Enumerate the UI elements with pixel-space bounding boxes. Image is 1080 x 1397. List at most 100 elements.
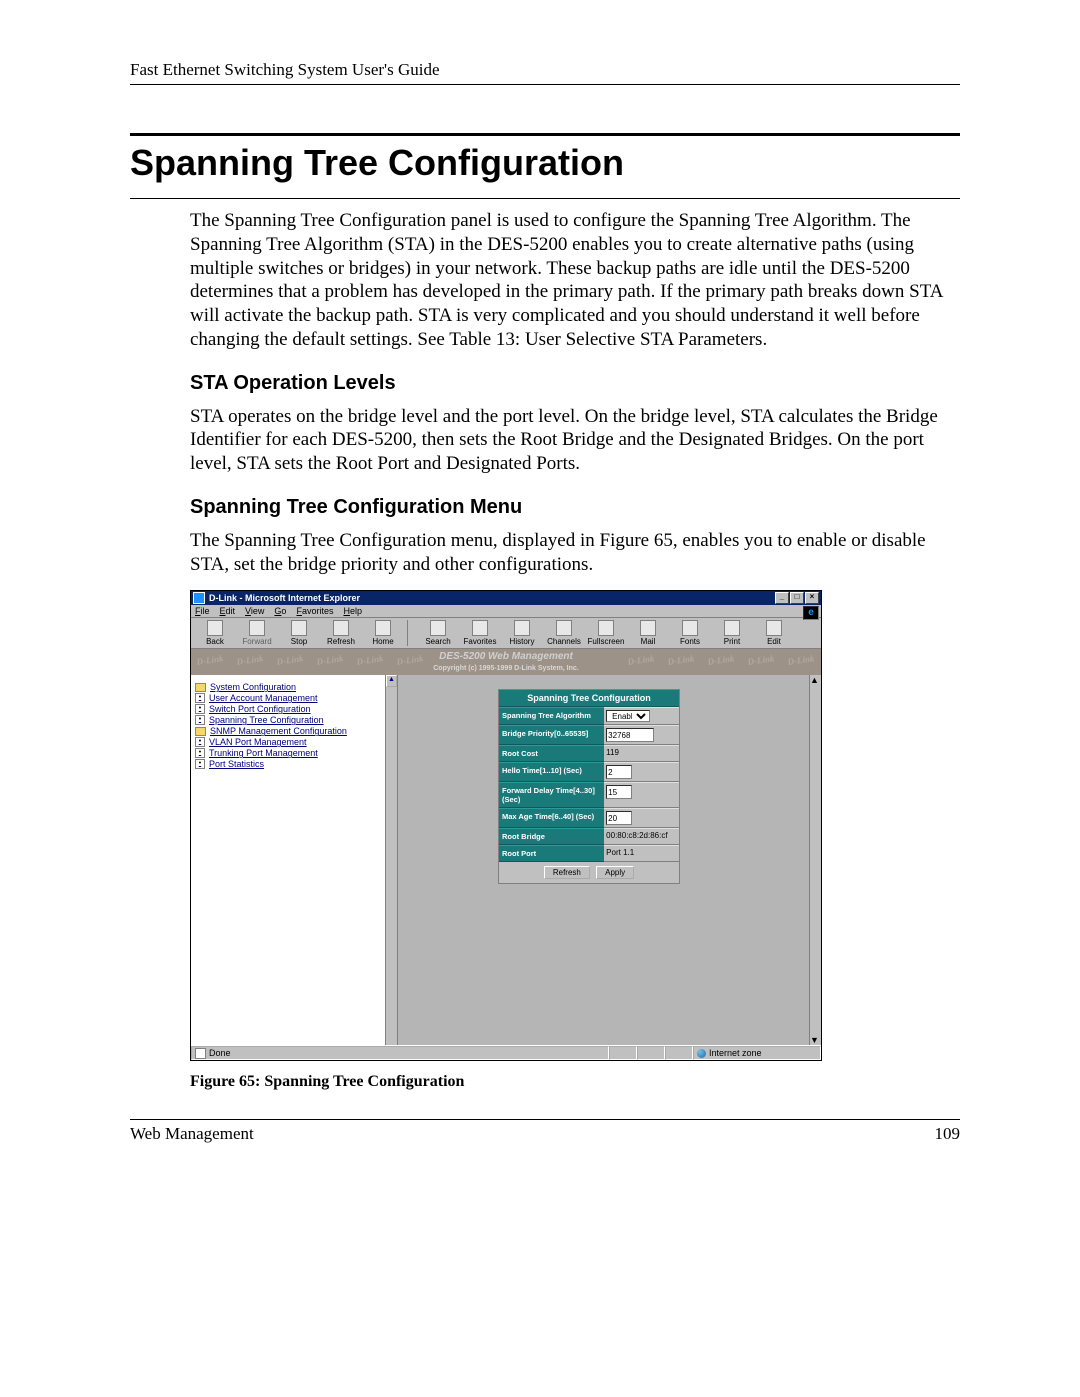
fullscreen-icon [598, 620, 614, 636]
toolbar-print-button[interactable]: Print [712, 620, 752, 646]
toolbar-channels-button[interactable]: Channels [544, 620, 584, 646]
status-zone: Internet zone [693, 1046, 821, 1060]
nav-item-system-configuration[interactable]: System Configuration [195, 682, 395, 692]
config-readonly-value: 119 [606, 748, 619, 757]
main-scrollbar[interactable]: ▲ ▼ [809, 675, 821, 1045]
back-icon [207, 620, 223, 636]
ie-title-text: D-Link - Microsoft Internet Explorer [209, 593, 360, 603]
spanning-tree-algorithm-select[interactable]: Enable [606, 710, 650, 722]
nav-item-label: Spanning Tree Configuration [209, 715, 324, 725]
print-icon [724, 620, 740, 636]
config-row: Root PortPort 1.1 [499, 845, 679, 862]
config-input[interactable] [606, 785, 632, 799]
section-rule [130, 133, 960, 136]
config-input[interactable] [606, 811, 632, 825]
menu-help[interactable]: Help [343, 606, 362, 616]
dlink-watermark: D-Link [396, 653, 425, 675]
header-rule [130, 84, 960, 85]
config-row: Bridge Priority[0..65535] [499, 725, 679, 745]
config-label: Bridge Priority[0..65535] [499, 725, 604, 745]
ie-toolbar: Back Forward Stop Refresh Home Search Fa… [191, 618, 821, 649]
history-icon [514, 620, 530, 636]
config-label: Root Bridge [499, 828, 604, 845]
toolbar-mail-button[interactable]: Mail [628, 620, 668, 646]
banner-title: DES-5200 Web Management [439, 651, 573, 662]
menu-view[interactable]: View [245, 606, 264, 616]
nav-item-label: Trunking Port Management [209, 748, 318, 758]
subheading-sta-levels: STA Operation Levels [190, 372, 960, 395]
ie-titlebar: D-Link - Microsoft Internet Explorer _ □… [191, 591, 821, 605]
ie-menubar: File Edit View Go Favorites Help e [191, 605, 821, 618]
toolbar-search-button[interactable]: Search [418, 620, 458, 646]
home-icon [375, 620, 391, 636]
nav-item-vlan-port-management[interactable]: •VLAN Port Management [195, 737, 395, 747]
config-input[interactable] [606, 728, 654, 742]
dlink-watermark: D-Link [196, 653, 225, 675]
nav-item-label: User Account Management [209, 693, 318, 703]
dlink-watermark: D-Link [316, 653, 345, 675]
window-maximize-button[interactable]: □ [790, 592, 804, 604]
stop-icon [291, 620, 307, 636]
nav-item-trunking-port-management[interactable]: • Trunking Port Management [195, 748, 395, 758]
nav-item-user-account-management[interactable]: • User Account Management [195, 693, 395, 703]
toolbar-home-button[interactable]: Home [363, 620, 403, 646]
scroll-up-icon[interactable]: ▲ [386, 675, 397, 687]
toolbar-stop-button[interactable]: Stop [279, 620, 319, 646]
config-value-cell: 119 [604, 745, 679, 762]
nav-item-spanning-tree-configuration[interactable]: • Spanning Tree Configuration [195, 715, 395, 725]
nav-scrollbar[interactable]: ▲ [385, 675, 397, 1045]
menu-file[interactable]: File [195, 606, 210, 616]
window-minimize-button[interactable]: _ [775, 592, 789, 604]
dlink-banner: D-Link D-Link D-Link D-Link D-Link D-Lin… [191, 649, 821, 675]
toolbar-favorites-button[interactable]: Favorites [460, 620, 500, 646]
refresh-button[interactable]: Refresh [544, 866, 590, 879]
nav-item-snmp-management-configuration[interactable]: SNMP Management Configuration [195, 726, 395, 736]
paragraph-stc-menu: The Spanning Tree Configuration menu, di… [190, 529, 960, 577]
toolbar-back-button[interactable]: Back [195, 620, 235, 646]
config-row: Max Age Time[6..40] (Sec) [499, 808, 679, 828]
config-label: Hello Time[1..10] (Sec) [499, 762, 604, 782]
page-number: 109 [935, 1124, 961, 1144]
config-label: Root Cost [499, 745, 604, 762]
nav-item-port-statistics[interactable]: •Port Statistics [195, 759, 395, 769]
expand-box-icon: • [195, 693, 205, 703]
toolbar-fonts-button[interactable]: Fonts [670, 620, 710, 646]
config-value-cell: 00:80:c8:2d:86:cf [604, 828, 679, 845]
expand-box-icon: • [195, 748, 205, 758]
apply-button[interactable]: Apply [596, 866, 634, 879]
toolbar-fullscreen-button[interactable]: Fullscreen [586, 620, 626, 646]
scroll-up-icon[interactable]: ▲ [810, 675, 821, 685]
config-row: Hello Time[1..10] (Sec) [499, 762, 679, 782]
scroll-down-icon[interactable]: ▼ [810, 1035, 821, 1045]
footer-section: Web Management [130, 1124, 254, 1144]
menu-go[interactable]: Go [274, 606, 286, 616]
toolbar-history-button[interactable]: History [502, 620, 542, 646]
config-input[interactable] [606, 765, 632, 779]
nav-item-label: Port Statistics [209, 759, 264, 769]
nav-item-label: VLAN Port Management [209, 737, 307, 747]
config-value-cell [604, 762, 679, 782]
menu-favorites[interactable]: Favorites [296, 606, 333, 616]
status-gap [609, 1046, 637, 1060]
config-label: Root Port [499, 845, 604, 862]
ie-app-icon [193, 592, 205, 604]
banner-copyright: Copyright (c) 1995-1999 D-Link System, I… [433, 665, 579, 672]
dlink-watermark: D-Link [627, 653, 656, 675]
dlink-watermark: D-Link [787, 653, 816, 675]
window-close-button[interactable]: × [805, 592, 819, 604]
ie-window: D-Link - Microsoft Internet Explorer _ □… [190, 590, 822, 1061]
paragraph-intro: The Spanning Tree Configuration panel is… [190, 209, 960, 352]
status-gap [665, 1046, 693, 1060]
menu-edit[interactable]: Edit [220, 606, 236, 616]
config-label: Max Age Time[6..40] (Sec) [499, 808, 604, 828]
fonts-icon [682, 620, 698, 636]
toolbar-forward-button[interactable]: Forward [237, 620, 277, 646]
nav-item-switch-port-configuration[interactable]: •Switch Port Configuration [195, 704, 395, 714]
config-readonly-value: Port 1.1 [606, 848, 634, 857]
expand-box-icon: • [195, 715, 205, 725]
ie-statusbar: Done Internet zone [191, 1045, 821, 1060]
forward-icon [249, 620, 265, 636]
toolbar-refresh-button[interactable]: Refresh [321, 620, 361, 646]
config-value-cell [604, 808, 679, 828]
toolbar-edit-button[interactable]: Edit [754, 620, 794, 646]
